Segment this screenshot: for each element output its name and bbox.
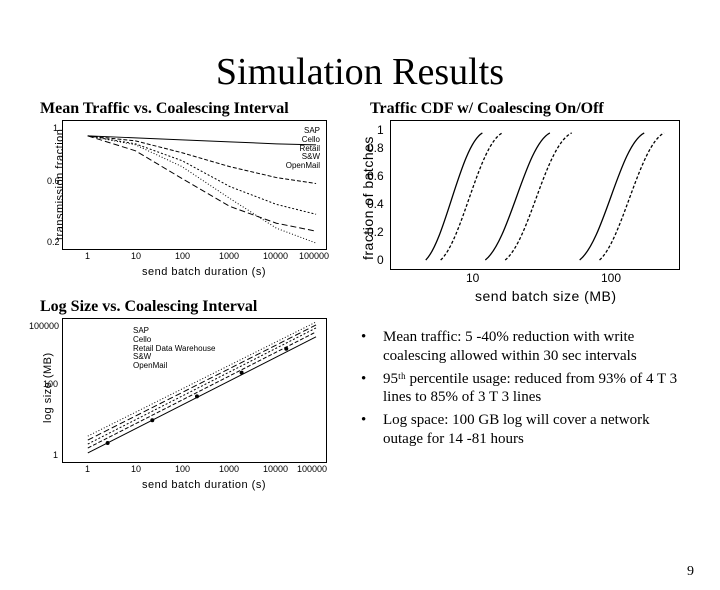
subtitle-mean-traffic: Mean Traffic vs. Coalescing Interval (40, 100, 327, 118)
page-number: 9 (687, 564, 694, 580)
bullet-1: Mean traffic: 5 -40% reduction with writ… (383, 328, 680, 366)
bullet-2: 95ᵗʰ percentile usage: reduced from 93% … (383, 370, 680, 408)
ylabel-tl: transmission fraction (54, 129, 66, 240)
subtitle-cdf: Traffic CDF w/ Coalescing On/Off (370, 100, 680, 118)
ylabel-bl: log size (MB) (42, 352, 54, 423)
legend-tl: SAP Cello Retail S&W OpenMail (286, 127, 320, 171)
legend-bl: SAP Cello Retail Data Warehouse S&W Open… (133, 327, 215, 371)
bullet-3: Log space: 100 GB log will cover a netwo… (383, 411, 680, 449)
page-title: Simulation Results (0, 50, 720, 94)
xlabel-tr: send batch size (MB) (475, 288, 617, 304)
chart-logsize: SAP Cello Retail Data Warehouse S&W Open… (62, 318, 327, 463)
xlabel-bl: send batch duration (s) (142, 479, 266, 491)
xlabel-tl: send batch duration (s) (142, 266, 266, 278)
subtitle-logsize: Log Size vs. Coalescing Interval (40, 298, 327, 316)
chart-mean-traffic: SAP Cello Retail S&W OpenMail 0.2 0.6 1 … (62, 120, 327, 250)
chart-cdf: 0 0.2 0.4 0.6 0.8 1 10 100 (390, 120, 680, 270)
bullet-list: •Mean traffic: 5 -40% reduction with wri… (355, 328, 680, 453)
ylabel-tr: fraction of batches (360, 136, 376, 260)
